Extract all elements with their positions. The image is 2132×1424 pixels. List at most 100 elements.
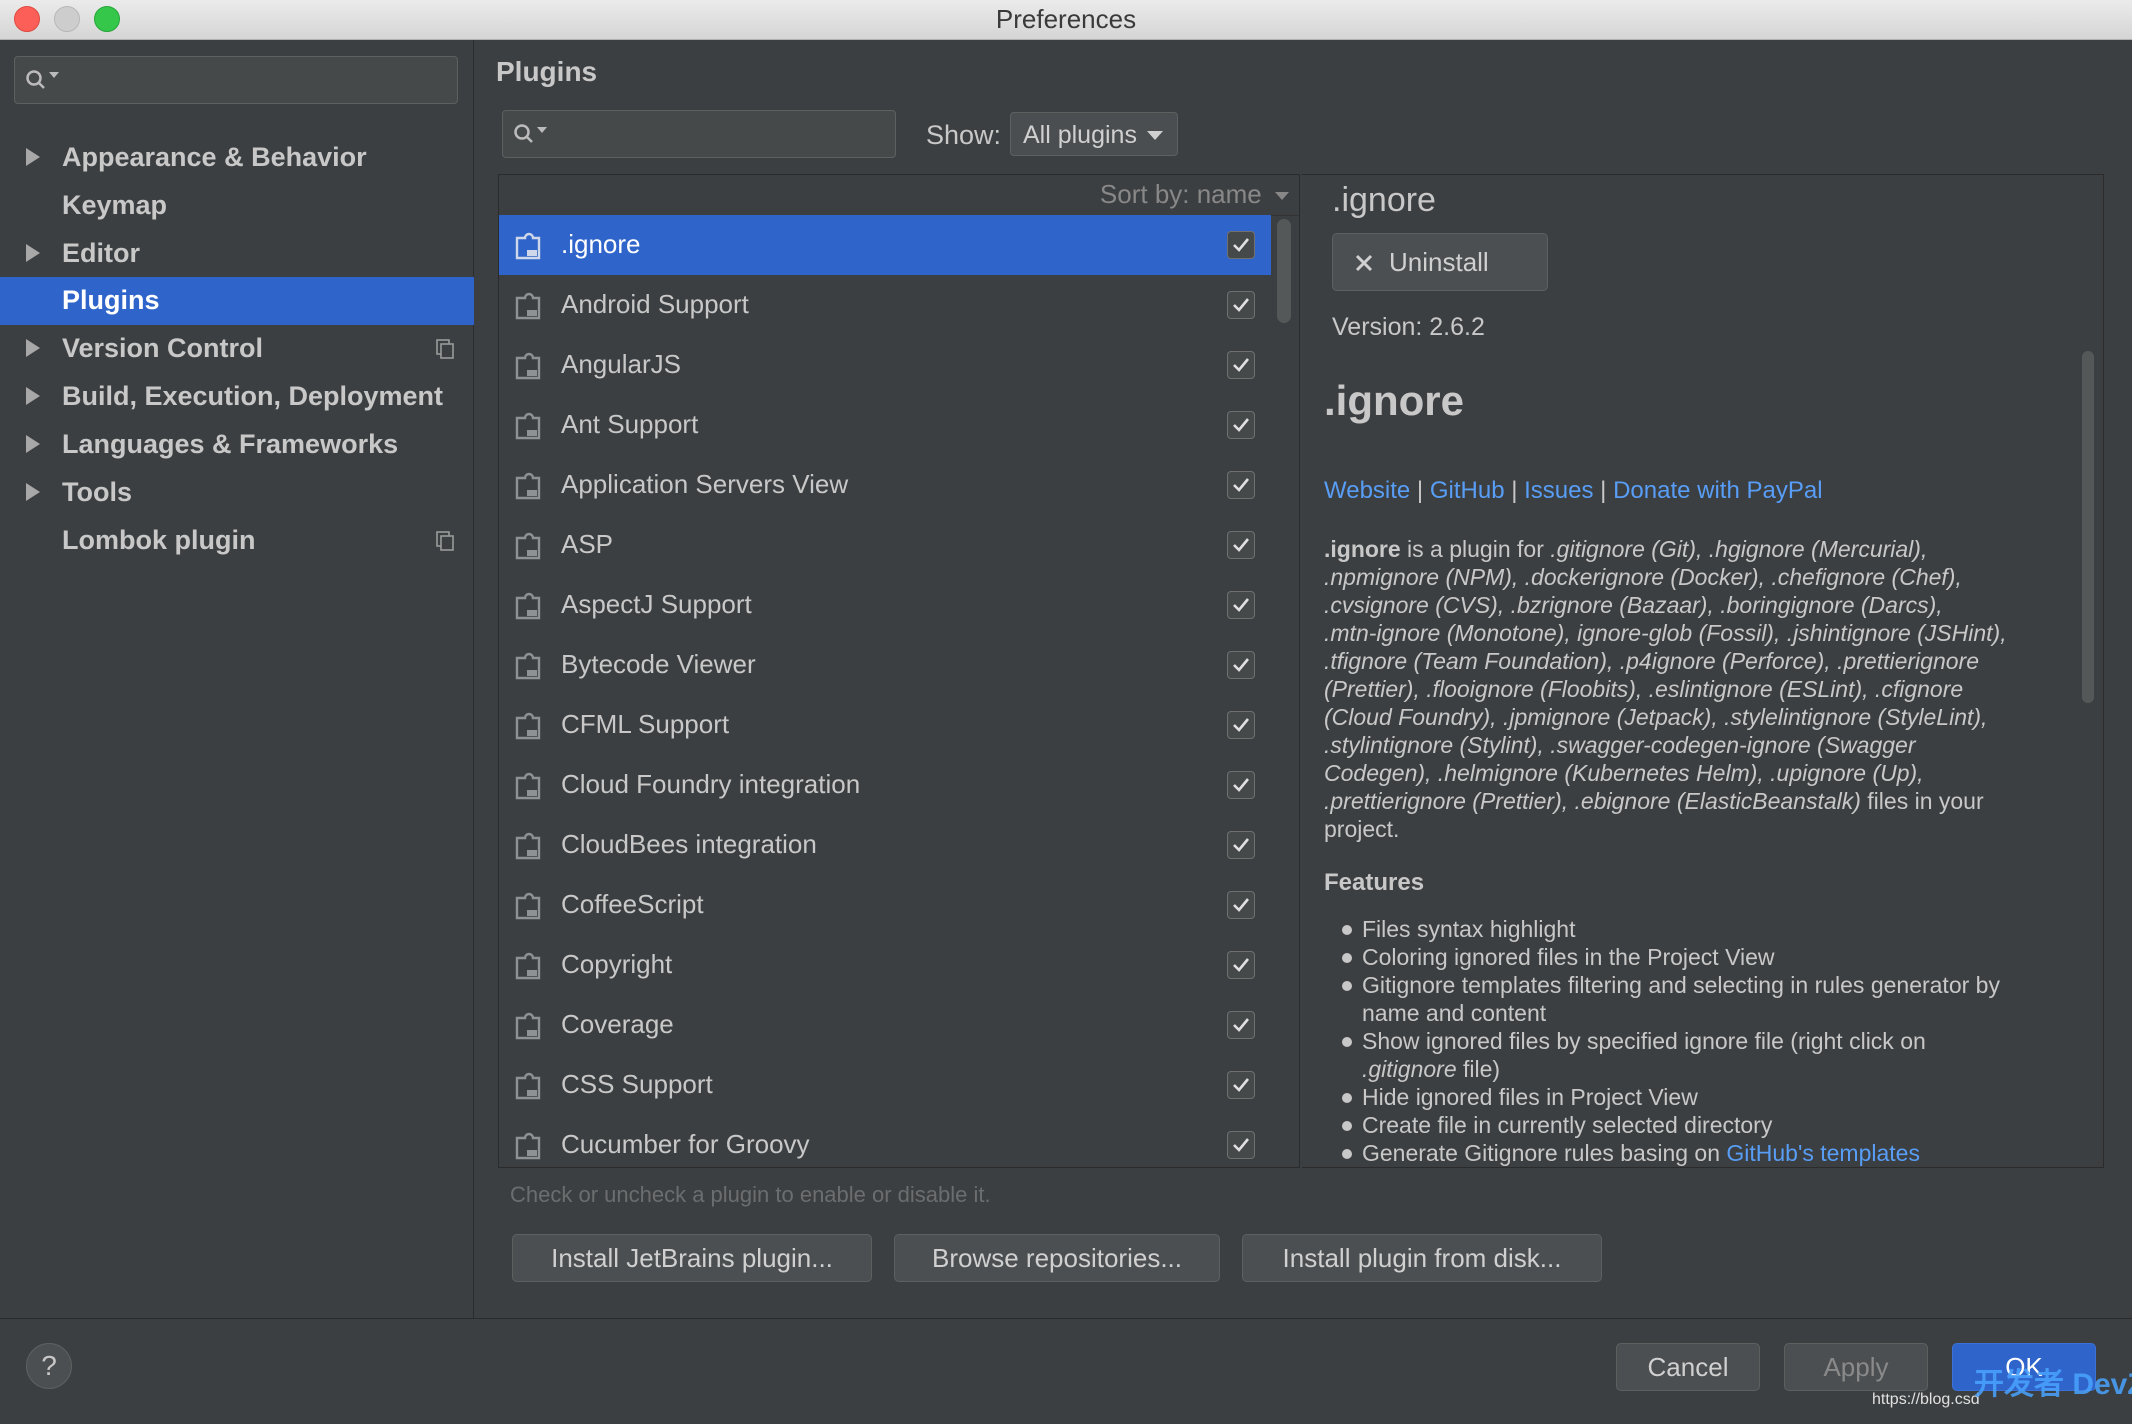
plugin-enabled-checkbox[interactable] (1227, 951, 1255, 979)
plugin-row[interactable]: AngularJS (499, 335, 1271, 395)
sort-by-dropdown[interactable]: Sort by: name (1100, 179, 1289, 210)
cancel-button[interactable]: Cancel (1616, 1343, 1760, 1391)
plugin-name: Cloud Foundry integration (561, 769, 861, 799)
plugin-enabled-checkbox[interactable] (1227, 771, 1255, 799)
checkmark-icon (1233, 898, 1250, 912)
plugin-row[interactable]: Coverage (499, 995, 1271, 1055)
plugin-row[interactable]: CoffeeScript (499, 875, 1271, 935)
plugin-row[interactable]: Cloud Foundry integration (499, 755, 1271, 815)
plugin-name: AspectJ Support (561, 589, 752, 619)
plugin-icon (515, 1012, 541, 1040)
plugin-row[interactable]: Copyright (499, 935, 1271, 995)
sidebar-item-lombok-plugin[interactable]: Lombok plugin (0, 517, 474, 565)
sidebar-item-editor[interactable]: Editor (0, 230, 474, 278)
plugin-row[interactable]: CloudBees integration (499, 815, 1271, 875)
sidebar-item-tools[interactable]: Tools (0, 469, 474, 517)
expand-arrow-icon[interactable] (26, 148, 40, 166)
plugin-version: Version: 2.6.2 (1332, 313, 1485, 341)
bullet-icon (1342, 1093, 1352, 1103)
install-jetbrains-plugin-button[interactable]: Install JetBrains plugin... (512, 1234, 872, 1282)
plugin-heading: .ignore (1324, 377, 1465, 424)
plugin-row[interactable]: .ignore (499, 215, 1271, 275)
plugin-icon (515, 592, 541, 620)
plugin-enabled-checkbox[interactable] (1227, 411, 1255, 439)
link-separator: | (1593, 477, 1614, 504)
show-filter-dropdown[interactable]: All plugins (1010, 112, 1178, 156)
sidebar-item-plugins[interactable]: Plugins (0, 277, 474, 325)
expand-arrow-icon[interactable] (26, 483, 40, 501)
checkmark-icon (1233, 538, 1250, 552)
plugin-enabled-checkbox[interactable] (1227, 351, 1255, 379)
plugin-row[interactable]: ASP (499, 515, 1271, 575)
link-website[interactable]: Website (1324, 477, 1410, 504)
plugin-search-input[interactable] (502, 110, 896, 158)
search-dropdown-icon (537, 127, 547, 133)
settings-search-input[interactable] (14, 56, 458, 104)
feature-item: Hide ignored files in Project View (1362, 1084, 1698, 1110)
plugin-icon (515, 652, 541, 680)
sidebar-item-languages-frameworks[interactable]: Languages & Frameworks (0, 421, 474, 469)
browse-repositories-button[interactable]: Browse repositories... (894, 1234, 1220, 1282)
checkmark-icon (1233, 478, 1250, 492)
bullet-icon (1342, 925, 1352, 935)
plugin-hint: Check or uncheck a plugin to enable or d… (510, 1182, 991, 1207)
plugin-icon (515, 772, 541, 800)
uninstall-button[interactable]: Uninstall (1332, 233, 1548, 291)
plugin-enabled-checkbox[interactable] (1227, 231, 1255, 259)
plugin-name: Android Support (561, 289, 749, 319)
description-line: .prettierignore (Prettier), .ebignore (E… (1324, 788, 1984, 814)
sidebar-item-build-execution-deployment[interactable]: Build, Execution, Deployment (0, 373, 474, 421)
plugin-icon (515, 232, 541, 260)
link-issues[interactable]: Issues (1524, 477, 1593, 504)
description-line: .ignore is a plugin for .gitignore (Git)… (1324, 536, 1928, 562)
plugin-enabled-checkbox[interactable] (1227, 471, 1255, 499)
plugin-list-scrollbar[interactable] (1277, 219, 1291, 323)
plugin-name: AngularJS (561, 349, 681, 379)
sort-label: Sort by: name (1099, 179, 1262, 209)
help-button[interactable]: ? (26, 1343, 72, 1389)
sidebar-item-appearance-behavior[interactable]: Appearance & Behavior (0, 134, 474, 182)
plugin-row[interactable]: AspectJ Support (499, 575, 1271, 635)
plugin-enabled-checkbox[interactable] (1227, 591, 1255, 619)
expand-arrow-icon[interactable] (26, 244, 40, 262)
plugin-row[interactable]: Cucumber for Groovy (499, 1115, 1271, 1175)
plugin-enabled-checkbox[interactable] (1227, 1071, 1255, 1099)
plugin-row[interactable]: Application Servers View (499, 455, 1271, 515)
plugin-enabled-checkbox[interactable] (1227, 291, 1255, 319)
plugin-enabled-checkbox[interactable] (1227, 531, 1255, 559)
plugin-enabled-checkbox[interactable] (1227, 1011, 1255, 1039)
sidebar-item-version-control[interactable]: Version Control (0, 325, 474, 373)
plugin-row[interactable]: Bytecode Viewer (499, 635, 1271, 695)
plugin-icon (515, 832, 541, 860)
plugin-row[interactable]: Android Support (499, 275, 1271, 335)
apply-button[interactable]: Apply (1784, 1343, 1928, 1391)
expand-arrow-icon[interactable] (26, 387, 40, 405)
plugin-enabled-checkbox[interactable] (1227, 831, 1255, 859)
description-line: .mtn-ignore (Monotone), ignore-glob (Fos… (1324, 620, 2007, 646)
sidebar-item-label: Version Control (62, 333, 264, 363)
checkmark-icon (1233, 718, 1250, 732)
plugin-enabled-checkbox[interactable] (1227, 711, 1255, 739)
description-line: .stylintignore (Stylint), .swagger-codeg… (1324, 732, 1916, 758)
install-plugin-from-disk-button[interactable]: Install plugin from disk... (1242, 1234, 1602, 1282)
plugin-row[interactable]: Ant Support (499, 395, 1271, 455)
plugin-icon (515, 892, 541, 920)
plugin-icon (515, 352, 541, 380)
link-github[interactable]: GitHub (1430, 477, 1505, 504)
link-donate-with-paypal[interactable]: Donate with PayPal (1613, 477, 1822, 504)
plugin-row[interactable]: CFML Support (499, 695, 1271, 755)
expand-arrow-icon[interactable] (26, 339, 40, 357)
plugin-enabled-checkbox[interactable] (1227, 1131, 1255, 1159)
feature-item: Create file in currently selected direct… (1362, 1112, 1773, 1138)
sidebar-item-keymap[interactable]: Keymap (0, 182, 474, 230)
detail-scrollbar[interactable] (2082, 351, 2094, 703)
plugin-row[interactable]: CSS Support (499, 1055, 1271, 1115)
link-githubs-templates[interactable]: GitHub's templates (1726, 1140, 1920, 1166)
plugin-name: Copyright (561, 949, 673, 979)
plugin-enabled-checkbox[interactable] (1227, 891, 1255, 919)
plugin-enabled-checkbox[interactable] (1227, 651, 1255, 679)
feature-item: name and content (1362, 1000, 1547, 1026)
expand-arrow-icon[interactable] (26, 435, 40, 453)
plugin-list: Sort by: name .ignore Android Support Angu… (498, 174, 1300, 1168)
checkmark-icon (1233, 658, 1250, 672)
